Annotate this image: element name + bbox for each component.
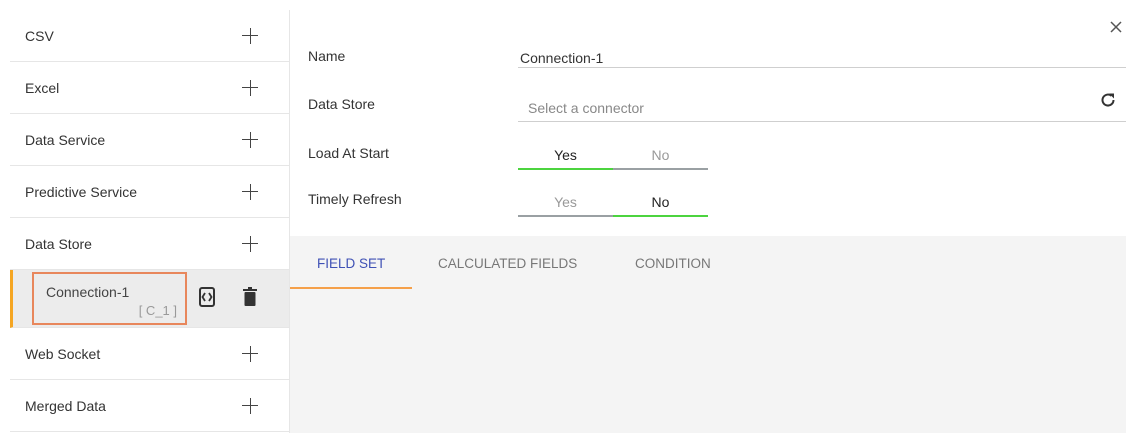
refresh-icon[interactable] bbox=[1100, 92, 1116, 108]
sidebar-item-csv[interactable]: CSV bbox=[10, 10, 289, 62]
connection-name: Connection-1 bbox=[46, 284, 130, 300]
sidebar-item-label: Predictive Service bbox=[25, 183, 138, 200]
close-icon[interactable] bbox=[1109, 20, 1123, 34]
edit-script-icon[interactable] bbox=[199, 287, 215, 307]
connection-code: [ C_1 ] bbox=[138, 303, 177, 318]
timely-refresh-no-option[interactable]: No bbox=[613, 191, 708, 217]
add-merged-data-icon[interactable] bbox=[242, 397, 258, 414]
delete-icon[interactable] bbox=[243, 287, 257, 306]
sidebar-item-connection-1[interactable]: Connection-1 [ C_1 ] bbox=[10, 270, 289, 328]
name-input[interactable]: Connection-1 bbox=[520, 50, 603, 66]
sidebar-item-data-service[interactable]: Data Service bbox=[10, 114, 289, 166]
sidebar-item-web-socket[interactable]: Web Socket bbox=[10, 328, 289, 380]
load-at-start-label: Load At Start bbox=[308, 145, 389, 161]
add-data-service-icon[interactable] bbox=[242, 131, 258, 148]
add-predictive-service-icon[interactable] bbox=[242, 183, 258, 200]
name-input-underline bbox=[518, 67, 1126, 68]
sidebar-item-label: CSV bbox=[25, 27, 54, 44]
add-excel-icon[interactable] bbox=[242, 79, 258, 96]
sidebar-item-label: Web Socket bbox=[25, 345, 101, 362]
tab-condition[interactable]: CONDITION bbox=[635, 256, 711, 271]
load-at-start-toggle: Yes No bbox=[518, 144, 708, 170]
add-data-store-icon[interactable] bbox=[242, 235, 258, 252]
tab-field-set[interactable]: FIELD SET bbox=[317, 256, 385, 271]
sidebar-item-label: Excel bbox=[25, 79, 60, 96]
sidebar-item-label: Data Service bbox=[25, 131, 106, 148]
sidebar-item-merged-data[interactable]: Merged Data bbox=[10, 380, 289, 432]
load-at-start-yes-option[interactable]: Yes bbox=[518, 144, 613, 170]
sidebar-item-data-store[interactable]: Data Store bbox=[10, 218, 289, 270]
add-csv-icon[interactable] bbox=[242, 27, 258, 44]
name-label: Name bbox=[308, 48, 346, 64]
timely-refresh-label: Timely Refresh bbox=[308, 191, 402, 207]
add-web-socket-icon[interactable] bbox=[242, 345, 258, 362]
sidebar-item-label: Data Store bbox=[25, 235, 92, 252]
datasource-sidebar: CSV Excel Data Service Predictive Servic… bbox=[10, 10, 290, 433]
connection-highlight-box: Connection-1 [ C_1 ] bbox=[32, 272, 187, 325]
timely-refresh-toggle: Yes No bbox=[518, 191, 708, 217]
data-store-select[interactable]: Select a connector bbox=[528, 100, 644, 116]
tab-calculated-fields[interactable]: CALCULATED FIELDS bbox=[438, 256, 577, 271]
sidebar-item-label: Merged Data bbox=[25, 397, 106, 414]
sidebar-item-excel[interactable]: Excel bbox=[10, 62, 289, 114]
tabs-panel: FIELD SET CALCULATED FIELDS CONDITION bbox=[290, 236, 1126, 433]
timely-refresh-yes-option[interactable]: Yes bbox=[518, 191, 613, 217]
data-store-select-underline bbox=[518, 121, 1126, 122]
sidebar-item-predictive-service[interactable]: Predictive Service bbox=[10, 166, 289, 218]
active-tab-indicator bbox=[290, 287, 412, 289]
data-store-label: Data Store bbox=[308, 96, 375, 112]
load-at-start-no-option[interactable]: No bbox=[613, 144, 708, 170]
